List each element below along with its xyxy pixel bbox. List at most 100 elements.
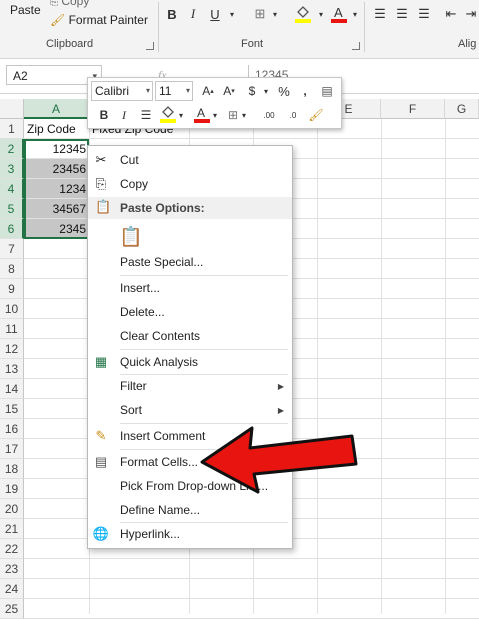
cell-a1[interactable]: Zip Code	[24, 119, 89, 139]
clipboard-icon: 📋	[95, 199, 112, 214]
table-icon: ▤	[321, 84, 333, 98]
row-header-25[interactable]: 25	[0, 599, 24, 619]
menu-item-filter[interactable]: Filter ▶	[88, 375, 292, 397]
row-header-13[interactable]: 13	[0, 359, 24, 379]
mini-bold-button[interactable]: B	[94, 105, 114, 125]
row-header-8[interactable]: 8	[0, 259, 24, 279]
currency-dropdown-icon[interactable]: ▾	[256, 81, 276, 101]
fill-color-button[interactable]	[292, 4, 314, 24]
paste-button[interactable]: Paste	[10, 3, 41, 17]
menu-item-insert[interactable]: Insert...	[88, 277, 292, 299]
menu-item-quick-analysis[interactable]: ▦ Quick Analysis	[88, 351, 292, 373]
borders-dropdown-icon[interactable]: ▾	[270, 4, 280, 24]
row-header-18[interactable]: 18	[0, 459, 24, 479]
increase-decimal-button[interactable]: .00	[258, 105, 280, 125]
cell-a2[interactable]: 12345	[24, 139, 89, 159]
row-header-19[interactable]: 19	[0, 479, 24, 499]
mini-font-color-dropdown-icon[interactable]: ▾	[210, 105, 220, 125]
menu-item-define-name[interactable]: Define Name...	[88, 499, 292, 521]
comment-icon: ✎	[95, 428, 107, 443]
fill-color-dropdown-icon[interactable]: ▾	[316, 4, 326, 24]
mini-fill-dropdown-icon[interactable]: ▾	[176, 105, 186, 125]
decrease-indent-button[interactable]: ⇤	[442, 4, 460, 24]
mini-font-size-select[interactable]: 11 ▾	[155, 81, 193, 101]
font-color-button[interactable]: A	[328, 4, 350, 24]
align-right-button[interactable]: ☰	[415, 4, 433, 24]
row-header-12[interactable]: 12	[0, 339, 24, 359]
mini-align-center-button[interactable]: ☰	[136, 105, 156, 125]
row-header-3[interactable]: 3	[0, 159, 24, 179]
column-header-a[interactable]: A	[24, 99, 89, 119]
font-name-value: Calibri	[95, 84, 130, 98]
paintbrush-icon: 🖌	[308, 108, 324, 122]
menu-item-cut[interactable]: ✂ Cut	[88, 149, 292, 171]
copy-icon: ⎘	[95, 176, 107, 191]
font-launcher-icon[interactable]	[352, 42, 360, 50]
row-header-11[interactable]: 11	[0, 319, 24, 339]
row-header-24[interactable]: 24	[0, 579, 24, 599]
row-header-21[interactable]: 21	[0, 519, 24, 539]
row-header-14[interactable]: 14	[0, 379, 24, 399]
mini-fill-color-button[interactable]	[158, 105, 178, 125]
menu-item-clear-contents[interactable]: Clear Contents	[88, 325, 292, 347]
bold-button[interactable]: B	[163, 4, 181, 24]
column-header-f[interactable]: F	[381, 99, 445, 119]
row-header-23[interactable]: 23	[0, 559, 24, 579]
mini-font-name-select[interactable]: Calibri ▾	[91, 81, 153, 101]
shrink-font-icon: A	[223, 84, 232, 98]
percent-button[interactable]: %	[274, 81, 294, 101]
row-header-4[interactable]: 4	[0, 179, 24, 199]
menu-item-hyperlink[interactable]: 🌐 Hyperlink...	[88, 523, 292, 545]
row-header-15[interactable]: 15	[0, 399, 24, 419]
mini-format-painter-button[interactable]: 🖌	[306, 105, 326, 125]
row-header-5[interactable]: 5	[0, 199, 24, 219]
grow-font-button[interactable]: A ▴	[198, 81, 218, 101]
menu-item-delete[interactable]: Delete...	[88, 301, 292, 323]
font-color-icon: A	[194, 106, 210, 123]
paste-icon[interactable]: 📋	[118, 224, 144, 250]
row-header-9[interactable]: 9	[0, 279, 24, 299]
align-left-button[interactable]: ☰	[371, 4, 389, 24]
mini-font-color-button[interactable]: A	[192, 105, 212, 125]
clipboard-launcher-icon[interactable]	[146, 42, 154, 50]
font-color-dropdown-icon[interactable]: ▾	[350, 4, 360, 24]
increase-indent-button[interactable]: ⇥	[463, 4, 479, 24]
row-header-6[interactable]: 6	[0, 219, 24, 239]
cell-a5[interactable]: 34567	[24, 199, 89, 219]
select-all-corner[interactable]	[0, 99, 24, 119]
row-header-2[interactable]: 2	[0, 139, 24, 159]
row-header-20[interactable]: 20	[0, 499, 24, 519]
decrease-decimal-button[interactable]: .0	[282, 105, 304, 125]
italic-button[interactable]: I	[184, 4, 202, 24]
row-header-17[interactable]: 17	[0, 439, 24, 459]
indent-icon: ⇤	[445, 6, 457, 21]
row-header-7[interactable]: 7	[0, 239, 24, 259]
menu-item-copy[interactable]: ⎘ Copy	[88, 173, 292, 195]
copy-button[interactable]: ⎘ Copy	[50, 0, 89, 8]
menu-item-paste-special[interactable]: Paste Special...	[88, 251, 292, 273]
borders-button[interactable]: ⊞	[250, 4, 270, 24]
quick-analysis-icon: ▦	[94, 354, 108, 369]
mini-borders-dropdown-icon[interactable]: ▾	[239, 105, 249, 125]
grid-line	[24, 138, 479, 139]
underline-button[interactable]: U	[206, 4, 224, 24]
cell-a4[interactable]: 1234	[24, 179, 89, 199]
align-center-button[interactable]: ☰	[393, 4, 411, 24]
align-left-icon: ☰	[374, 6, 386, 21]
format-painter-button[interactable]: 🖌 Format Painter	[50, 13, 148, 27]
comma-style-button[interactable]: ,	[295, 81, 315, 101]
row-header-16[interactable]: 16	[0, 419, 24, 439]
row-header-1[interactable]: 1	[0, 119, 24, 139]
align-right-icon: ☰	[418, 6, 430, 21]
row-header-10[interactable]: 10	[0, 299, 24, 319]
row-header-22[interactable]: 22	[0, 539, 24, 559]
shrink-font-button[interactable]: A ▾	[219, 81, 239, 101]
underline-dropdown-icon[interactable]: ▾	[226, 4, 238, 24]
format-painter-label: Format Painter	[68, 13, 148, 27]
format-table-button[interactable]: ▤	[317, 81, 337, 101]
cell-a3[interactable]: 23456	[24, 159, 89, 179]
column-header-g[interactable]: G	[445, 99, 479, 119]
mini-italic-button[interactable]: I	[114, 105, 134, 125]
cell-a6[interactable]: 2345	[24, 219, 89, 239]
grid-line	[317, 119, 318, 614]
